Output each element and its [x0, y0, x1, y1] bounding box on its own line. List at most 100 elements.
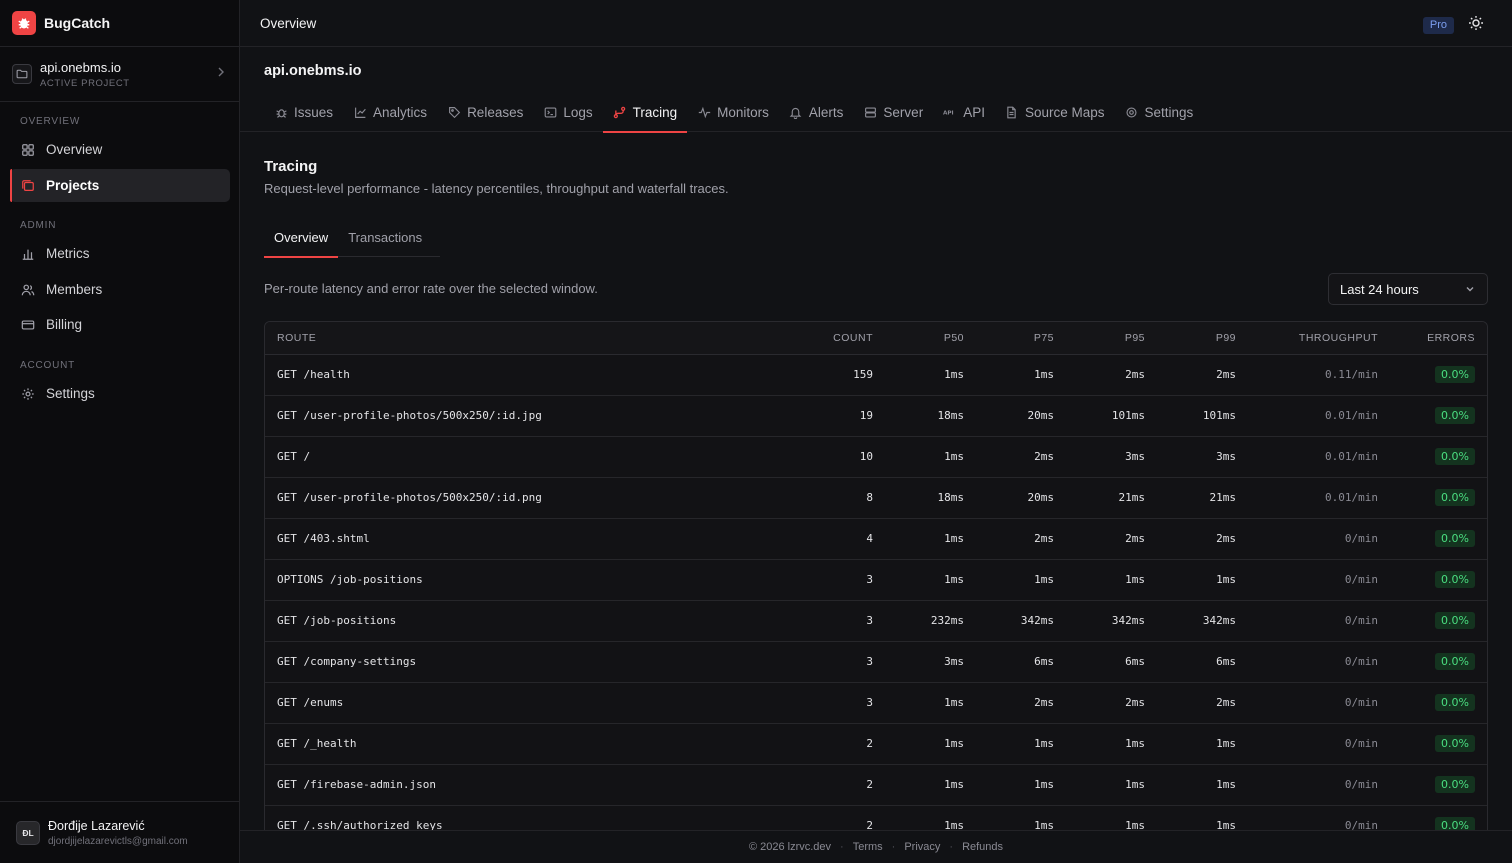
table-row[interactable]: GET /enums 3 1ms 2ms 2ms 2ms 0/min 0.0% [265, 682, 1487, 723]
count-cell: 2 [866, 819, 873, 830]
p75-cell: 2ms [1034, 450, 1054, 463]
count-cell: 3 [866, 614, 873, 627]
bell-icon [789, 105, 803, 119]
column-header[interactable]: P95 [1066, 322, 1157, 355]
nav-section-account: ACCOUNT [20, 360, 76, 371]
column-header[interactable]: ROUTE [265, 322, 795, 355]
sidebar-item-members[interactable]: Members [10, 273, 230, 306]
table-row[interactable]: GET /user-profile-photos/500x250/:id.jpg… [265, 395, 1487, 436]
table-row[interactable]: GET /user-profile-photos/500x250/:id.png… [265, 477, 1487, 518]
error-rate-badge: 0.0% [1435, 653, 1475, 670]
subtab-overview[interactable]: Overview [264, 217, 339, 258]
footer-link-privacy[interactable]: Privacy [904, 841, 940, 853]
sidebar-item-label: Settings [46, 386, 95, 401]
table-row[interactable]: GET /firebase-admin.json 2 1ms 1ms 1ms 1ms 0/m… [265, 764, 1487, 805]
throughput-cell: 0/min [1344, 573, 1378, 586]
table-row[interactable]: GET /health 159 1ms 1ms 2ms 2ms 0.11/min 0.0% [265, 354, 1487, 395]
sidebar-item-overview[interactable]: Overview [10, 133, 230, 166]
p95-cell: 1ms [1125, 573, 1145, 586]
count-cell: 159 [853, 368, 873, 381]
route-cell: GET / [277, 450, 311, 463]
p99-cell: 2ms [1216, 532, 1236, 545]
p99-cell: 2ms [1216, 696, 1236, 709]
time-range-select[interactable]: Last 24 hours [1328, 273, 1488, 305]
bar-chart-icon [20, 246, 36, 262]
count-cell: 2 [866, 737, 873, 750]
throughput-cell: 0/min [1344, 614, 1378, 627]
tab-settings[interactable]: Settings [1115, 92, 1204, 132]
section-description: Request-level performance - latency perc… [264, 181, 729, 196]
brand[interactable]: BugCatch [0, 0, 239, 47]
tab-tracing[interactable]: Tracing [602, 92, 688, 133]
p50-cell: 232ms [930, 614, 964, 627]
gear-icon [1125, 105, 1139, 119]
error-rate-badge: 0.0% [1435, 735, 1475, 752]
sidebar-item-metrics[interactable]: Metrics [10, 237, 230, 270]
route-cell: GET /enums [277, 696, 344, 709]
sidebar-item-billing[interactable]: Billing [10, 308, 230, 341]
chevron-right-icon [217, 66, 225, 80]
folder-icon [12, 64, 32, 84]
table-row[interactable]: GET /403.shtml 4 1ms 2ms 2ms 2ms 0/min 0.0% [265, 518, 1487, 559]
file-icon [1005, 105, 1019, 119]
tab-analytics[interactable]: Analytics [343, 92, 437, 132]
p75-cell: 1ms [1034, 368, 1054, 381]
column-header[interactable]: P50 [885, 322, 976, 355]
throughput-cell: 0.11/min [1325, 368, 1378, 381]
tab-server[interactable]: Server [853, 92, 933, 132]
tab-alerts[interactable]: Alerts [779, 92, 854, 132]
tab-monitors[interactable]: Monitors [687, 92, 779, 132]
sidebar-item-label: Billing [46, 317, 83, 332]
tab-releases[interactable]: Releases [437, 92, 533, 132]
table-row[interactable]: GET /company-settings 3 3ms 6ms 6ms 6ms 0/min 0… [265, 641, 1487, 682]
p50-cell: 1ms [944, 696, 964, 709]
route-cell: GET /company-settings [277, 655, 417, 668]
p95-cell: 21ms [1118, 491, 1146, 504]
bug-logo-icon [12, 11, 36, 35]
sun-icon[interactable] [1468, 15, 1486, 33]
error-rate-badge: 0.0% [1435, 448, 1475, 465]
svg-text:API: API [943, 111, 954, 117]
user-menu[interactable]: ĐL Đorđije Lazarević djordjijelazarevict… [0, 801, 239, 863]
page-title: Overview [260, 15, 317, 31]
column-header[interactable]: THROUGHPUT [1248, 322, 1390, 355]
sidebar-item-projects[interactable]: Projects [10, 169, 230, 202]
p50-cell: 1ms [944, 778, 964, 791]
table-row[interactable]: OPTIONS /job-positions 3 1ms 1ms 1ms 1ms 0/min… [265, 559, 1487, 600]
table-row[interactable]: GET /_health 2 1ms 1ms 1ms 1ms 0/min 0.0% [265, 723, 1487, 764]
separator: · [891, 841, 896, 853]
tab-issues[interactable]: Issues [264, 92, 343, 132]
throughput-cell: 0.01/min [1325, 450, 1378, 463]
tab-source-maps[interactable]: Source Maps [995, 92, 1115, 132]
route-cell: GET /user-profile-photos/500x250/:id.png [277, 491, 542, 504]
column-header[interactable]: ERRORS [1390, 322, 1487, 355]
column-header[interactable]: P99 [1157, 322, 1248, 355]
tab-label: API [963, 104, 985, 120]
p95-cell: 1ms [1125, 819, 1145, 830]
p95-cell: 342ms [1111, 614, 1145, 627]
errors-cell: 0.0% [1390, 805, 1487, 830]
tab-logs[interactable]: Logs [533, 92, 602, 132]
p50-cell: 1ms [944, 368, 964, 381]
table-row[interactable]: GET /.ssh/authorized_keys 2 1ms 1ms 1ms 1ms 0/… [265, 805, 1487, 830]
gear-icon [20, 386, 36, 402]
column-header[interactable]: COUNT [795, 322, 885, 355]
users-icon [20, 282, 36, 298]
project-switcher[interactable]: api.onebms.io ACTIVE PROJECT [0, 47, 239, 102]
count-cell: 8 [866, 491, 873, 504]
errors-cell: 0.0% [1390, 436, 1487, 477]
count-cell: 3 [866, 573, 873, 586]
column-header[interactable]: P75 [976, 322, 1066, 355]
subtab-transactions[interactable]: Transactions [338, 217, 432, 257]
throughput-cell: 0.01/min [1325, 491, 1378, 504]
sidebar-item-settings[interactable]: Settings [10, 377, 230, 410]
footer-link-refunds[interactable]: Refunds [962, 841, 1003, 853]
error-rate-badge: 0.0% [1435, 817, 1475, 830]
table-row[interactable]: GET /job-positions 3 232ms 342ms 342ms 342ms 0… [265, 600, 1487, 641]
tab-api[interactable]: API API [933, 92, 995, 132]
error-rate-badge: 0.0% [1435, 407, 1475, 424]
count-cell: 3 [866, 696, 873, 709]
table-row[interactable]: GET / 10 1ms 2ms 3ms 3ms 0.01/min 0.0% [265, 436, 1487, 477]
footer-link-terms[interactable]: Terms [853, 841, 883, 853]
tab-label: Alerts [808, 104, 844, 120]
